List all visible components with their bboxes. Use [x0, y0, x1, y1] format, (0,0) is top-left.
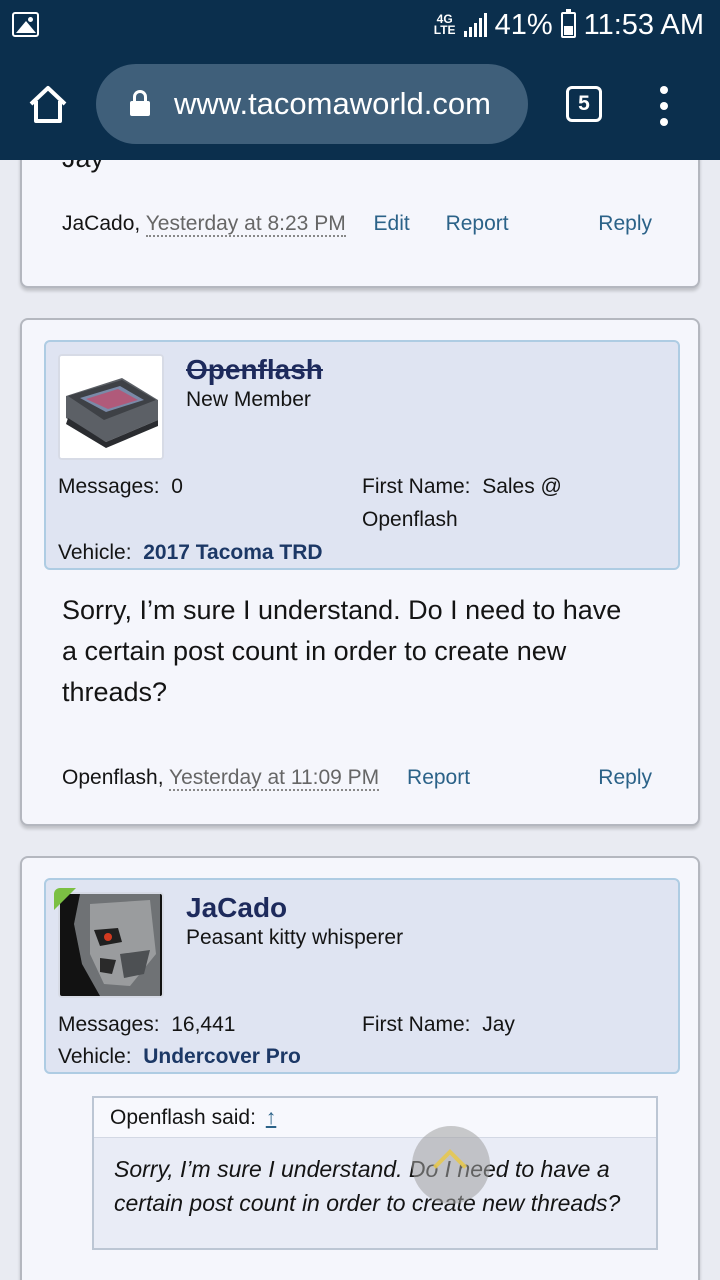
battery-icon: [560, 9, 576, 38]
clock: 11:53 AM: [583, 8, 704, 41]
message-line: Sorry, I’m sure I understand. Do I need …: [62, 595, 622, 625]
battery-percent: 41%: [494, 8, 553, 41]
report-link[interactable]: Report: [407, 766, 470, 789]
online-indicator-icon: [54, 888, 76, 910]
report-link[interactable]: Report: [446, 212, 509, 235]
post-author-link[interactable]: JaCado,: [62, 212, 140, 235]
post-date-link[interactable]: Yesterday at 8:23 PM: [145, 212, 346, 237]
tab-switcher-button[interactable]: 5: [566, 86, 602, 122]
thread-content: Jay JaCado, Yesterday at 8:23 PM Edit Re…: [0, 160, 720, 1280]
post-partial-text: Jay: [62, 160, 104, 179]
post-date-link[interactable]: Yesterday at 11:09 PM: [169, 766, 380, 791]
post-footer: JaCado, Yesterday at 8:23 PM Edit Report: [62, 212, 509, 237]
quote-line: certain post count in order to create ne…: [114, 1190, 621, 1216]
post-openflash: Openflash New Member Messages: 0 First N…: [20, 318, 700, 826]
vehicle-label: Vehicle:: [58, 541, 132, 564]
network-type-icon: 4G LTE: [433, 12, 456, 37]
vehicle-stat: Vehicle: 2017 Tacoma TRD: [58, 536, 323, 569]
first-name-value: Sales @: [482, 475, 562, 498]
first-name-label: First Name:: [362, 1013, 471, 1036]
gallery-notification-icon: [12, 12, 39, 37]
messages-label: Messages:: [58, 1013, 160, 1036]
reply-link[interactable]: Reply: [598, 212, 652, 236]
messages-value: 16,441: [171, 1013, 236, 1036]
quote-block: Openflash said: ↑ Sorry, I’m sure I unde…: [92, 1096, 658, 1250]
home-icon: [29, 86, 67, 123]
vehicle-label: Vehicle:: [58, 1045, 132, 1068]
vehicle-link[interactable]: Undercover Pro: [143, 1045, 301, 1068]
reply-link[interactable]: Reply: [598, 766, 652, 790]
browser-toolbar: www.tacomaworld.com 5: [0, 50, 720, 160]
home-button[interactable]: [26, 84, 70, 124]
message-line: threads?: [62, 677, 168, 707]
first-name-value: Jay: [482, 1013, 515, 1036]
post-author-link[interactable]: Openflash,: [62, 766, 164, 789]
vehicle-link[interactable]: 2017 Tacoma TRD: [143, 541, 322, 564]
first-name-value-line-2: Openflash: [362, 508, 458, 531]
lock-icon: [130, 90, 150, 116]
vehicle-stat: Vehicle: Undercover Pro: [58, 1040, 301, 1073]
status-bar: 4G LTE 41% 11:53 AM: [0, 0, 720, 50]
device-avatar-image: [60, 356, 162, 458]
post-jacado: JaCado Peasant kitty whisperer Messages:…: [20, 856, 700, 1280]
post-footer: Openflash, Yesterday at 11:09 PM Report: [62, 766, 470, 791]
user-title: Peasant kitty whisperer: [186, 926, 404, 949]
user-info-box: JaCado Peasant kitty whisperer Messages:…: [44, 878, 680, 1074]
quote-text: Sorry, I’m sure I understand. Do I need …: [94, 1138, 656, 1234]
edit-link[interactable]: Edit: [374, 212, 410, 235]
user-avatar[interactable]: [58, 354, 164, 460]
chevron-up-icon: [433, 1149, 467, 1183]
first-name-stat: First Name: Jay: [362, 1008, 515, 1041]
user-info-box: Openflash New Member Messages: 0 First N…: [44, 340, 680, 570]
first-name-stat: First Name: Sales @ Openflash: [362, 470, 562, 536]
post-message: Sorry, I’m sure I understand. Do I need …: [62, 590, 621, 713]
messages-stat: Messages: 16,441: [58, 1008, 235, 1041]
url-text: www.tacomaworld.com: [174, 86, 491, 121]
messages-stat: Messages: 0: [58, 470, 183, 503]
post-jacado-previous: Jay JaCado, Yesterday at 8:23 PM Edit Re…: [20, 160, 700, 288]
quote-author: Openflash said:: [110, 1106, 256, 1129]
messages-label: Messages:: [58, 475, 160, 498]
quote-header: Openflash said: ↑: [94, 1098, 656, 1138]
message-line: a certain post count in order to create …: [62, 636, 567, 666]
jump-to-quote-icon[interactable]: ↑: [266, 1106, 277, 1129]
signal-strength-icon: [463, 13, 487, 37]
first-name-label: First Name:: [362, 475, 471, 498]
more-options-button[interactable]: [656, 86, 672, 126]
scroll-to-top-button[interactable]: [412, 1126, 490, 1204]
username-link[interactable]: JaCado: [186, 892, 287, 924]
username-link[interactable]: Openflash: [186, 354, 323, 386]
address-bar[interactable]: www.tacomaworld.com: [96, 64, 528, 144]
quote-line: Sorry, I’m sure I understand. Do I need …: [114, 1156, 610, 1182]
user-title: New Member: [186, 388, 311, 411]
messages-value: 0: [171, 475, 183, 498]
